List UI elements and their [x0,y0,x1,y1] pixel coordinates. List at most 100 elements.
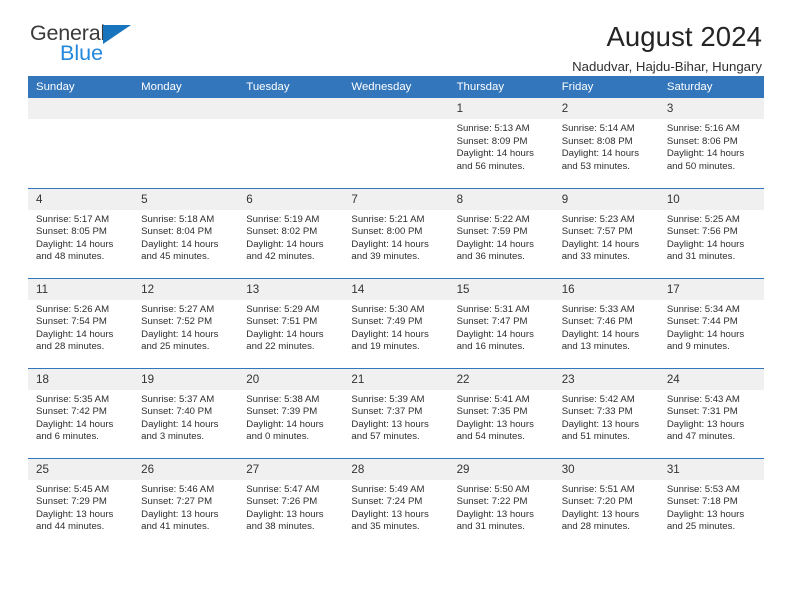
day-details: Sunrise: 5:39 AM Sunset: 7:37 PM Daylight:… [343,390,448,444]
calendar-cell-day[interactable]: 8 Sunrise: 5:22 AM Sunset: 7:59 PM Daylight… [448,187,554,278]
calendar-cell-day[interactable]: 31 Sunrise: 5:53 AM Sunset: 7:18 PM Dayligh… [658,457,764,548]
day-number: 28 [343,458,449,480]
calendar-cell-day[interactable]: 26 Sunrise: 5:46 AM Sunset: 7:27 PM Dayligh… [133,457,239,548]
calendar-cell-day[interactable]: 6 Sunrise: 5:19 AM Sunset: 8:02 PM Daylight… [238,187,344,278]
sunrise-text: Sunrise: 5:22 AM [456,213,530,225]
daylight-text: Daylight: 14 hours and 6 minutes. [36,418,114,443]
calendar-cell-day[interactable]: 21 Sunrise: 5:39 AM Sunset: 7:37 PM Dayligh… [343,367,449,458]
day-number: 25 [28,458,134,480]
calendar-cell-day[interactable]: 17 Sunrise: 5:34 AM Sunset: 7:44 PM Dayligh… [658,277,764,368]
day-number: 10 [658,188,764,210]
calendar-cell-day[interactable]: 5 Sunrise: 5:18 AM Sunset: 8:04 PM Daylight… [133,187,239,278]
calendar-cell-empty [343,98,449,188]
calendar-cell-day[interactable]: 4 Sunrise: 5:17 AM Sunset: 8:05 PM Daylight… [28,187,134,278]
sunrise-text: Sunrise: 5:49 AM [351,483,425,495]
day-number: 4 [28,188,134,210]
day-number: 24 [658,368,764,390]
sunrise-text: Sunrise: 5:13 AM [456,123,530,134]
sunset-text: Sunset: 7:51 PM [246,316,318,328]
calendar-cell-day[interactable]: 9 Sunrise: 5:23 AM Sunset: 7:57 PM Daylight… [553,187,659,278]
calendar-cell-empty [133,98,239,188]
sunset-text: Sunset: 7:20 PM [561,496,633,508]
calendar-cell-day[interactable]: 18 Sunrise: 5:35 AM Sunset: 7:42 PM Dayligh… [28,367,134,458]
day-details: Sunrise: 5:13 AM Sunset: 8:09 PM Daylight:… [449,119,554,173]
day-details: Sunrise: 5:18 AM Sunset: 8:04 PM Daylight:… [133,210,238,264]
sunrise-text: Sunrise: 5:27 AM [141,303,215,315]
calendar-cell-empty [28,98,134,188]
day-details: Sunrise: 5:37 AM Sunset: 7:40 PM Daylight:… [133,390,238,444]
generalblue-logo[interactable]: General Blue [28,22,143,70]
daylight-text: Daylight: 13 hours and 57 minutes. [351,418,429,443]
calendar-cell-day[interactable]: 27 Sunrise: 5:47 AM Sunset: 7:26 PM Dayligh… [238,457,344,548]
day-number: 12 [133,278,239,300]
day-details: Sunrise: 5:34 AM Sunset: 7:44 PM Daylight:… [659,300,764,354]
sunrise-text: Sunrise: 5:14 AM [561,123,635,134]
day-number: 26 [133,458,239,480]
calendar-week-row: 18 Sunrise: 5:35 AM Sunset: 7:42 PM Dayligh… [28,367,764,458]
sunrise-text: Sunrise: 5:23 AM [561,213,635,225]
day-number: 20 [238,368,344,390]
daylight-text: Daylight: 14 hours and 9 minutes. [666,328,745,353]
daylight-text: Daylight: 13 hours and 31 minutes. [456,508,534,533]
day-number [28,98,134,119]
calendar-week-row: 11 Sunrise: 5:26 AM Sunset: 7:54 PM Dayligh… [28,277,764,368]
calendar-cell-day[interactable]: 10 Sunrise: 5:25 AM Sunset: 7:56 PM Dayligh… [658,187,764,278]
calendar-cell-day[interactable]: 2 Sunrise: 5:14 AM Sunset: 8:08 PM Daylight… [553,98,659,188]
calendar-cell-day[interactable]: 29 Sunrise: 5:50 AM Sunset: 7:22 PM Dayligh… [448,457,554,548]
sunrise-text: Sunrise: 5:38 AM [246,393,320,405]
sunset-text: Sunset: 7:57 PM [561,226,633,238]
sunset-text: Sunset: 8:05 PM [36,226,107,238]
calendar-cell-day[interactable]: 11 Sunrise: 5:26 AM Sunset: 7:54 PM Dayligh… [28,277,134,368]
sunrise-text: Sunrise: 5:45 AM [36,483,110,495]
daylight-text: Daylight: 14 hours and 3 minutes. [141,418,219,443]
daylight-text: Daylight: 14 hours and 39 minutes. [351,238,429,263]
sunrise-text: Sunrise: 5:50 AM [456,483,530,495]
sunset-text: Sunset: 7:35 PM [456,406,528,418]
day-number: 22 [448,368,554,390]
calendar-cell-day[interactable]: 23 Sunrise: 5:42 AM Sunset: 7:33 PM Dayligh… [553,367,659,458]
calendar-cell-day[interactable]: 13 Sunrise: 5:29 AM Sunset: 7:51 PM Dayligh… [238,277,344,368]
day-number: 29 [448,458,554,480]
day-number: 23 [553,368,659,390]
title-block: August 2024 Nadudvar, Hajdu-Bihar, Hunga… [572,22,764,74]
page-title: August 2024 [606,21,762,52]
day-details: Sunrise: 5:42 AM Sunset: 7:33 PM Daylight:… [554,390,659,444]
calendar-cell-day[interactable]: 14 Sunrise: 5:30 AM Sunset: 7:49 PM Dayligh… [343,277,449,368]
calendar-cell-day[interactable]: 30 Sunrise: 5:51 AM Sunset: 7:20 PM Dayligh… [553,457,659,548]
calendar-week-row: 1 Sunrise: 5:13 AM Sunset: 8:09 PM Daylight… [28,98,764,188]
sunrise-text: Sunrise: 5:25 AM [666,213,740,225]
calendar-cell-day[interactable]: 16 Sunrise: 5:33 AM Sunset: 7:46 PM Dayligh… [553,277,659,368]
daylight-text: Daylight: 14 hours and 36 minutes. [456,238,534,263]
daylight-text: Daylight: 14 hours and 48 minutes. [36,238,114,263]
calendar-cell-day[interactable]: 22 Sunrise: 5:41 AM Sunset: 7:35 PM Dayligh… [448,367,554,458]
location-subtitle: Nadudvar, Hajdu-Bihar, Hungary [572,58,762,74]
calendar-cell-day[interactable]: 20 Sunrise: 5:38 AM Sunset: 7:39 PM Dayligh… [238,367,344,458]
day-details: Sunrise: 5:16 AM Sunset: 8:06 PM Daylight:… [659,119,764,173]
day-number [133,98,239,119]
calendar-cell-day[interactable]: 3 Sunrise: 5:16 AM Sunset: 8:06 PM Daylight… [658,98,764,188]
calendar-cell-day[interactable]: 15 Sunrise: 5:31 AM Sunset: 7:47 PM Dayligh… [448,277,554,368]
calendar-cell-day[interactable]: 12 Sunrise: 5:27 AM Sunset: 7:52 PM Dayligh… [133,277,239,368]
calendar-header-row: Sunday Monday Tuesday Wednesday Thursday Frid… [28,76,764,98]
sunset-text: Sunset: 7:18 PM [666,496,738,508]
calendar-cell-day[interactable]: 19 Sunrise: 5:37 AM Sunset: 7:40 PM Dayligh… [133,367,239,458]
calendar-cell-day[interactable]: 1 Sunrise: 5:13 AM Sunset: 8:09 PM Daylight… [448,98,554,188]
day-details: Sunrise: 5:51 AM Sunset: 7:20 PM Daylight:… [554,480,659,534]
daylight-text: Daylight: 14 hours and 25 minutes. [141,328,219,353]
sunrise-text: Sunrise: 5:47 AM [246,483,320,495]
calendar-cell-day[interactable]: 25 Sunrise: 5:45 AM Sunset: 7:29 PM Dayligh… [28,457,134,548]
sunset-text: Sunset: 7:46 PM [561,316,633,328]
sunset-text: Sunset: 7:44 PM [666,316,738,328]
day-number: 7 [343,188,449,210]
sunset-text: Sunset: 7:26 PM [246,496,318,508]
calendar-cell-day[interactable]: 28 Sunrise: 5:49 AM Sunset: 7:24 PM Dayligh… [343,457,449,548]
sunrise-text: Sunrise: 5:51 AM [561,483,635,495]
calendar-cell-day[interactable]: 24 Sunrise: 5:43 AM Sunset: 7:31 PM Dayligh… [658,367,764,458]
sunset-text: Sunset: 8:04 PM [141,226,213,238]
sunset-text: Sunset: 7:56 PM [666,226,738,238]
day-details: Sunrise: 5:19 AM Sunset: 8:02 PM Daylight:… [238,210,343,264]
sunset-text: Sunset: 7:59 PM [456,226,528,238]
calendar-cell-day[interactable]: 7 Sunrise: 5:21 AM Sunset: 8:00 PM Daylight… [343,187,449,278]
day-number: 30 [553,458,659,480]
sunrise-text: Sunrise: 5:37 AM [141,393,215,405]
